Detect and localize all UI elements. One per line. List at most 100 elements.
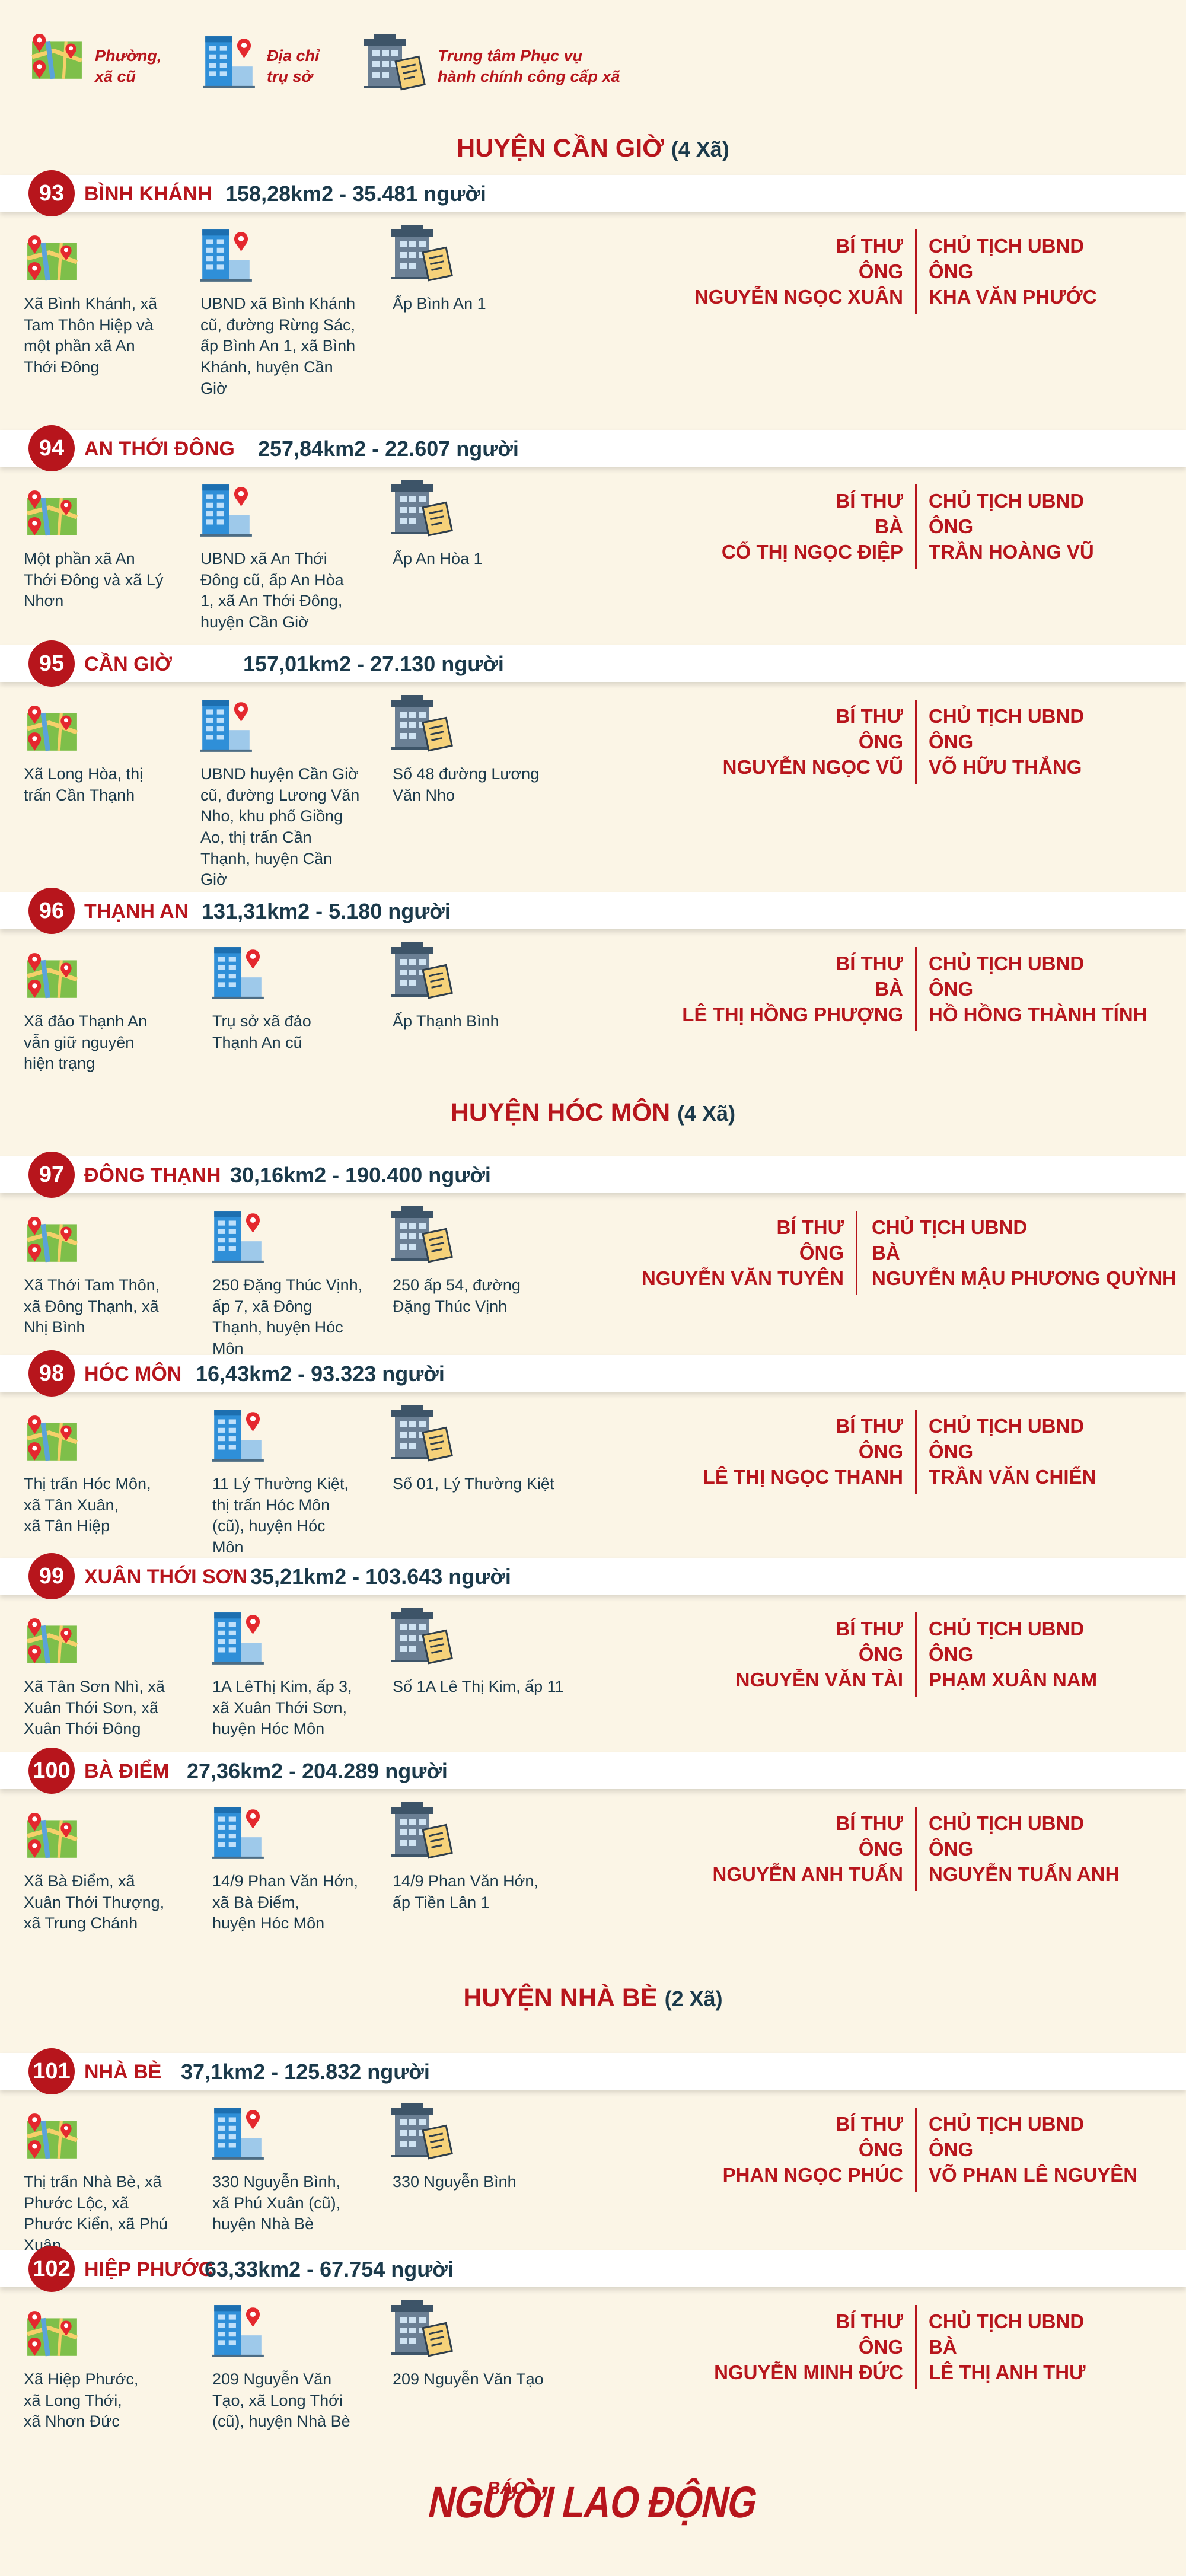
old-wards-text: Xã Tân Sơn Nhì, xã Xuân Thới Sơn, xã Xuâ…: [24, 1678, 165, 1738]
divider-line: [915, 229, 917, 314]
map-pin-icon: [25, 2112, 79, 2161]
ward-header-bar: 94 AN THỚI ĐÔNG 257,84km2 - 22.607 người: [0, 425, 1186, 471]
district-count: (4 Xã): [677, 1101, 736, 1126]
old-wards-text: Thị trấn Nhà Bè, xã Phước Lộc, xã Phước …: [24, 2173, 168, 2254]
party-secretary-block: BÍ THƯ ÔNG NGUYỄN NGỌC XUÂN: [694, 233, 903, 310]
service-center-building-icon: [389, 1404, 454, 1463]
party-secretary-label: BÍ THƯ: [836, 490, 903, 512]
party-secretary-name: NGUYỄN MINH ĐỨC: [714, 2361, 903, 2383]
office-address-text: UBND huyện Cần Giờ cũ, đường Lương Văn N…: [200, 765, 360, 889]
chairman-label: CHỦ TỊCH UBND: [929, 490, 1085, 512]
ward-name: AN THỚI ĐÔNG: [84, 438, 235, 460]
office-building-pin-icon: [211, 2301, 265, 2360]
party-secretary-block: BÍ THƯ ÔNG NGUYỄN NGỌC VŨ: [723, 703, 903, 780]
chairman-title: ÔNG: [929, 731, 974, 753]
office-address-text: 209 Nguyễn Văn Tạo, xã Long Thới (cũ), h…: [212, 2370, 350, 2431]
old-wards-text: Xã đảo Thạnh An vẫn giữ nguyên hiện trạn…: [24, 1012, 148, 1073]
divider-line: [915, 1612, 917, 1697]
service-center-building-icon: [389, 1606, 454, 1666]
divider-line: [915, 1410, 917, 1494]
ward-area-population: 16,43km2 - 93.323 người: [196, 1362, 445, 1386]
party-secretary-block: BÍ THƯ BÀ CỔ THỊ NGỌC ĐIỆP: [722, 488, 903, 565]
service-center-building-icon: [389, 479, 454, 538]
party-secretary-title: ÔNG: [799, 1242, 844, 1264]
service-center-text: Số 01, Lý Thường Kiệt: [393, 1475, 554, 1493]
service-center-text: Ấp An Hòa 1: [393, 550, 483, 568]
party-secretary-name: NGUYỄN VĂN TÀI: [735, 1669, 903, 1691]
chairman-name: TRẦN VĂN CHIẾN: [929, 1466, 1096, 1488]
ward-area-population: 37,1km2 - 125.832 người: [181, 2059, 430, 2084]
party-secretary-name: NGUYỄN NGỌC VŨ: [722, 756, 903, 778]
party-secretary-block: BÍ THƯ ÔNG NGUYỄN VĂN TUYÊN: [642, 1214, 844, 1291]
map-pin-icon: [25, 2310, 79, 2358]
ward-name: NHÀ BÈ: [84, 2061, 162, 2083]
chairman-block: CHỦ TỊCH UBND ÔNG TRẦN HOÀNG VŨ: [929, 488, 1094, 565]
ward-number: 94: [39, 435, 65, 461]
ward-header-bar: 95 CẦN GIỜ 157,01km2 - 27.130 người: [0, 640, 1186, 687]
service-center-building-icon: [389, 2102, 454, 2161]
party-secretary-label: BÍ THƯ: [836, 1812, 903, 1834]
office-address-text: UBND xã Bình Khánh cũ, đường Rừng Sác, ấ…: [200, 295, 356, 397]
party-secretary-name: NGUYỄN NGỌC XUÂN: [694, 286, 903, 308]
map-pin-icon: [25, 1812, 79, 1860]
ward-area-population: 131,31km2 - 5.180 người: [202, 899, 451, 923]
ward-number: 93: [39, 180, 65, 206]
ward-number-badge: 95: [28, 640, 75, 687]
chairman-block: CHỦ TỊCH UBND ÔNG VÕ PHAN LÊ NGUYÊN: [929, 2111, 1137, 2188]
ward-name: HIỆP PHƯỚC: [84, 2258, 213, 2281]
service-center-text: 209 Nguyễn Văn Tạo: [393, 2370, 544, 2388]
service-center-text: Ấp Thạnh Bình: [393, 1012, 499, 1030]
party-secretary-label: BÍ THƯ: [776, 1216, 844, 1238]
chairman-name: VÕ PHAN LÊ NGUYÊN: [929, 2164, 1138, 2186]
old-wards-text: Xã Long Hòa, thị trấn Cần Thạnh: [24, 765, 144, 804]
district-heading: HUYỆN HÓC MÔN (4 Xã): [0, 1098, 1186, 1127]
party-secretary-title: ÔNG: [858, 1440, 903, 1462]
office-building-pin-icon: [199, 696, 253, 754]
party-secretary-block: BÍ THƯ ÔNG PHAN NGỌC PHÚC: [723, 2111, 903, 2188]
office-address-text: 14/9 Phan Văn Hớn, xã Bà Điểm, huyện Hóc…: [212, 1872, 358, 1933]
office-building-pin-icon: [199, 226, 253, 284]
chairman-block: CHỦ TỊCH UBND ÔNG NGUYỄN TUẤN ANH: [929, 1810, 1119, 1887]
office-address-text: UBND xã An Thới Đông cũ, ấp An Hòa 1, xã…: [200, 550, 344, 631]
ward-header-bar: 102 HIỆP PHƯỚC 63,33km2 - 67.754 người: [0, 2246, 1186, 2292]
chairman-title: BÀ: [929, 2336, 957, 2358]
legend-item-service-center: Trung tâm Phục vụ hành chính công cấp xã: [362, 33, 620, 92]
ward-name: CẦN GIỜ: [84, 653, 173, 675]
party-secretary-block: BÍ THƯ BÀ LÊ THỊ HỒNG PHƯỢNG: [682, 951, 903, 1027]
ward-number-badge: 101: [28, 2048, 75, 2094]
ward-number: 95: [39, 651, 65, 676]
ward-name: XUÂN THỚI SƠN: [84, 1566, 248, 1588]
party-secretary-block: BÍ THƯ ÔNG LÊ THỊ NGỌC THANH: [703, 1413, 903, 1490]
map-pin-icon: [30, 33, 84, 81]
service-center-building-icon: [362, 33, 427, 92]
ward-area-population: 63,33km2 - 67.754 người: [205, 2257, 454, 2281]
party-secretary-name: NGUYỄN VĂN TUYÊN: [641, 1267, 844, 1289]
chairman-title: ÔNG: [929, 260, 974, 282]
ward-header-bar: 96 THẠNH AN 131,31km2 - 5.180 người: [0, 888, 1186, 934]
chairman-title: ÔNG: [929, 1838, 974, 1860]
party-secretary-title: ÔNG: [858, 2138, 903, 2160]
party-secretary-title: ÔNG: [858, 1643, 903, 1665]
ward-name: BÀ ĐIỂM: [84, 1760, 170, 1783]
map-pin-icon: [25, 952, 79, 1000]
divider-line: [856, 1211, 857, 1295]
old-wards-text: Thị trấn Hóc Môn, xã Tân Xuân, xã Tân Hi…: [24, 1475, 151, 1535]
newspaper-logo: BÁO NGƯỜI LAO ĐỘNG: [0, 2478, 1186, 2527]
ward-number-badge: 102: [28, 2246, 75, 2292]
district-heading: HUYỆN NHÀ BÈ (2 Xã): [0, 1984, 1186, 2013]
office-building-pin-icon: [199, 481, 253, 539]
ward-number: 100: [33, 1758, 71, 1783]
office-address-text: 1A LêThị Kim, ấp 3, xã Xuân Thới Sơn, hu…: [212, 1678, 352, 1738]
chairman-title: ÔNG: [929, 1643, 974, 1665]
ward-header-bar: 93 BÌNH KHÁNH 158,28km2 - 35.481 người: [0, 170, 1186, 216]
ward-number-badge: 98: [28, 1350, 75, 1397]
ward-number-badge: 96: [28, 888, 75, 934]
service-center-text: Số 1A Lê Thị Kim, ấp 11: [393, 1678, 564, 1695]
party-secretary-title: BÀ: [875, 515, 903, 537]
legend-item-office-address: Địa chỉ trụ sở: [202, 33, 320, 91]
legend-label: Phường, xã cũ: [95, 47, 162, 86]
old-wards-text: Xã Bà Điểm, xã Xuân Thới Thượng, xã Trun…: [24, 1872, 165, 1933]
chairman-label: CHỦ TỊCH UBND: [929, 952, 1085, 974]
office-address-text: 250 Đặng Thúc Vịnh, ấp 7, xã Đông Thạnh,…: [212, 1276, 363, 1357]
service-center-text: Ấp Bình An 1: [393, 295, 486, 313]
